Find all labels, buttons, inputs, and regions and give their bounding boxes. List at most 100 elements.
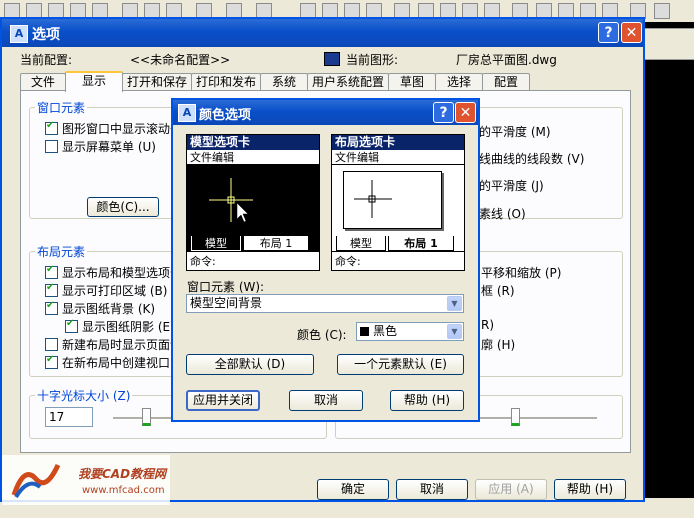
color-swatch [360,327,369,336]
crosshair-icon [209,178,253,223]
layout-elements-title: 布局元素 [35,243,88,260]
layout-preview-menu: 文件编辑 [332,150,464,165]
watermark-title: 我要CAD教程网 [78,467,167,481]
crosshair-slider-thumb[interactable] [142,408,151,426]
checkbox-printable-area[interactable]: 显示可打印区域 (B) [45,282,167,299]
drawing-icon [324,52,340,66]
preview-tab-layout[interactable]: 布局 1 [388,236,454,251]
layout-background[interactable] [332,165,464,236]
apply-close-button[interactable]: 应用并关闭 [186,390,260,411]
help-button[interactable]: ? [598,22,619,43]
color-options-dialog: A 颜色选项 ? ✕ 模型选项卡 文件编辑 模型 布局 1 命令: 布局选项卡 … [171,98,480,422]
checkbox-label: 新建布局时显示页面设 [62,338,183,352]
checkbox-box[interactable] [45,120,58,135]
color-dialog-title: 颜色选项 [199,108,252,123]
preview-tab-layout[interactable]: 布局 1 [243,236,309,251]
side-toolbar [640,28,694,60]
window-element-label: 窗口元素 (W): [187,280,265,294]
checkbox-box[interactable] [45,300,58,315]
layout-preview-tabs: 模型 布局 1 [332,236,464,252]
crosshair-icon [354,180,392,218]
checkbox-label: 在新布局中创建视口 [62,356,171,370]
pan-zoom-label: 平移和缩放 (P) [481,266,562,280]
preview-tab-model[interactable]: 模型 [191,236,241,251]
color-titlebar[interactable]: A 颜色选项 ? ✕ [173,100,478,125]
ok-button[interactable]: 确定 [317,479,389,500]
crosshair-title: 十字光标大小 (Z) [35,387,133,404]
checkbox-screen-menu[interactable]: 显示屏幕菜单 (U) [45,138,156,155]
fade-slider-thumb[interactable] [511,408,520,426]
close-button[interactable]: ✕ [621,22,642,43]
tab-drafting[interactable]: 草图 [388,73,436,91]
checkbox-box[interactable] [65,318,78,333]
color-select[interactable]: 黑色 ▼ [356,322,464,341]
checkbox-page-setup[interactable]: 新建布局时显示页面设 [45,336,182,353]
fragment-label: R) [481,318,495,332]
tab-user-prefs[interactable]: 用户系统配置 [307,73,389,91]
checkbox-paper-shadow[interactable]: 显示图纸阴影 (E) [65,318,175,335]
checkbox-paper-background[interactable]: 显示图纸背景 (K) [45,300,155,317]
checkbox-scrollbars[interactable]: 图形窗口中显示滚动条 [45,120,182,137]
dropdown-arrow-icon[interactable]: ▼ [447,296,462,311]
window-elements-title: 窗口元素 [35,99,88,116]
layout-tab-preview[interactable]: 布局选项卡 文件编辑 模型 布局 1 命令: [331,134,465,271]
model-preview-header: 模型选项卡 [187,135,319,150]
restore-element-button[interactable]: 一个元素默认 (E) [337,354,464,375]
watermark-url: www.mfcad.com [82,485,165,496]
model-tab-preview[interactable]: 模型选项卡 文件编辑 模型 布局 1 命令: [186,134,320,271]
tab-open-save[interactable]: 打开和保存 [122,73,192,91]
checkbox-create-viewport[interactable]: 在新布局中创建视口 [45,354,170,371]
tab-plot-publish[interactable]: 打印和发布 [191,73,261,91]
model-preview-tabs: 模型 布局 1 [187,236,319,252]
tab-files[interactable]: 文件 [20,73,66,91]
checkbox-label: 显示可打印区域 (B) [62,284,168,298]
tab-system[interactable]: 系统 [260,73,308,91]
silhouette-label: 廓 (H) [481,338,516,352]
layout-preview-header: 布局选项卡 [332,135,464,150]
checkbox-label: 显示布局和模型选项卡 [62,266,183,280]
color-value: 黑色 [373,324,398,338]
checkbox-label: 显示屏幕菜单 (U) [62,140,156,154]
contour-lines-label: 素线 (O) [479,207,526,221]
color-help-button[interactable]: ? [433,102,454,123]
app-icon: A [10,25,28,43]
preview-tab-model[interactable]: 模型 [336,236,386,251]
checkbox-box[interactable] [45,282,58,297]
help-dialog-button[interactable]: 帮助 (H) [554,479,626,500]
checkbox-label: 显示图纸阴影 (E) [82,320,175,334]
color-help-dialog-button[interactable]: 帮助 (H) [390,390,464,411]
render-smoothness-label: 的平滑度 (J) [479,179,544,193]
tab-display[interactable]: 显示 [65,71,123,92]
tab-profiles[interactable]: 配置 [482,73,530,91]
layout-preview-command: 命令: [335,255,361,268]
checkbox-box[interactable] [45,354,58,369]
checkbox-box[interactable] [45,338,58,351]
dialog-title: 选项 [32,27,60,43]
watermark-logo: 我要CAD教程网 www.mfcad.com [2,455,170,505]
colors-button[interactable]: 颜色(C)... [87,197,159,217]
restore-all-button[interactable]: 全部默认 (D) [186,354,314,375]
toolbar-icon[interactable] [654,3,670,19]
checkbox-layout-tabs[interactable]: 显示布局和模型选项卡 [45,264,182,281]
cancel-button[interactable]: 取消 [396,479,468,500]
color-close-button[interactable]: ✕ [455,102,476,123]
color-cancel-button[interactable]: 取消 [289,390,363,411]
current-config-value: <<未命名配置>> [130,53,231,67]
options-titlebar[interactable]: A 选项 ? ✕ [2,19,643,47]
checkbox-label: 图形窗口中显示滚动条 [62,122,183,136]
model-preview-command: 命令: [190,255,216,268]
checkbox-box[interactable] [45,264,58,279]
checkbox-box[interactable] [45,140,58,153]
crosshair-size-input[interactable]: 17 [45,407,93,427]
model-space-background[interactable] [187,165,319,236]
polyline-segments-label: 线曲线的线段数 (V) [479,152,585,166]
tab-selection[interactable]: 选择 [435,73,483,91]
current-drawing-value: 厂房总平面图.dwg [456,53,557,67]
apply-button[interactable]: 应用 (A) [475,479,547,500]
checkbox-label: 显示图纸背景 (K) [62,302,156,316]
drawing-area[interactable] [640,22,694,518]
dropdown-arrow-icon[interactable]: ▼ [447,324,462,339]
window-element-select[interactable]: 模型空间背景 ▼ [186,294,464,313]
arc-smoothness-label: 的平滑度 (M) [479,125,551,139]
current-config-label: 当前配置: [20,53,73,67]
